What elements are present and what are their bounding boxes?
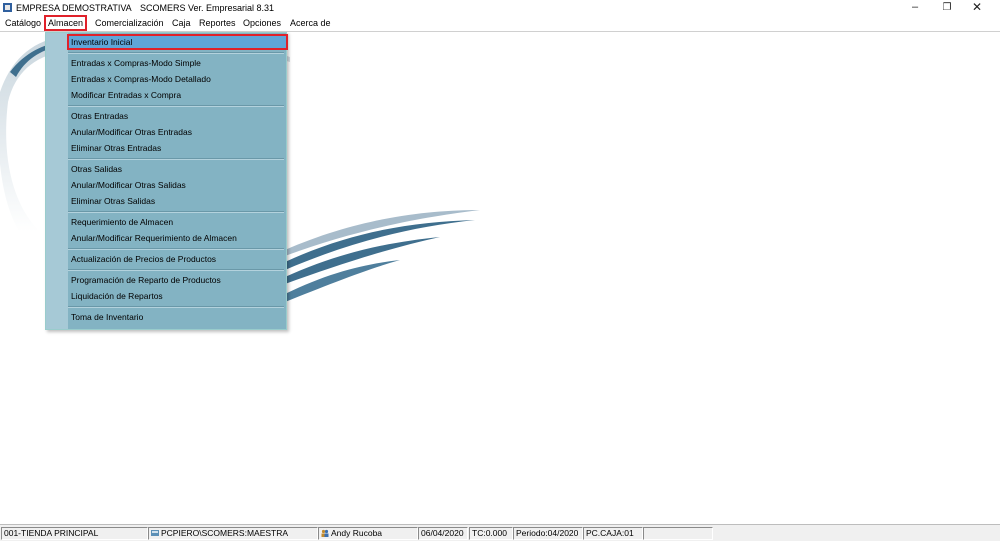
menu-item-eliminar-otras-entradas[interactable]: Eliminar Otras Entradas <box>68 141 287 155</box>
menu-reportes[interactable]: Reportes <box>197 17 238 29</box>
minimize-button[interactable]: – <box>900 0 930 16</box>
menu-almacen[interactable]: Almacen <box>43 15 88 31</box>
status-database-text: PCPIERO\SCOMERS:MAESTRA <box>161 528 289 538</box>
menu-item-anular-otras-salidas[interactable]: Anular/Modificar Otras Salidas <box>68 178 287 192</box>
menu-separator <box>68 211 284 213</box>
status-database: PCPIERO\SCOMERS:MAESTRA <box>148 527 318 540</box>
menu-bar: Catálogo Almacen Comercialización Caja R… <box>0 15 1000 31</box>
user-icon <box>321 529 329 537</box>
database-icon <box>151 530 159 536</box>
app-title: EMPRESA DEMOSTRATIVA <box>16 3 132 13</box>
menu-item-liquidacion-repartos[interactable]: Liquidación de Repartos <box>68 289 287 303</box>
almacen-dropdown-menu: Inventario Inicial Entradas x Compras-Mo… <box>45 32 288 330</box>
menu-item-entradas-simple[interactable]: Entradas x Compras-Modo Simple <box>68 56 287 70</box>
app-icon <box>3 3 12 12</box>
status-store: 001-TIENDA PRINCIPAL <box>1 527 148 540</box>
menu-item-requerimiento[interactable]: Requerimiento de Almacen <box>68 215 287 229</box>
menu-opciones[interactable]: Opciones <box>241 17 283 29</box>
menu-separator <box>68 52 284 54</box>
menu-item-otras-salidas[interactable]: Otras Salidas <box>68 162 287 176</box>
status-empty <box>643 527 713 540</box>
menu-item-otras-entradas[interactable]: Otras Entradas <box>68 109 287 123</box>
restore-button[interactable]: ❐ <box>932 0 962 16</box>
menu-catalogo[interactable]: Catálogo <box>3 17 43 29</box>
menu-comercializacion[interactable]: Comercialización <box>93 17 166 29</box>
status-date: 06/04/2020 <box>418 527 468 540</box>
menu-item-entradas-detallado[interactable]: Entradas x Compras-Modo Detallado <box>68 72 287 86</box>
menu-separator <box>68 306 284 308</box>
menu-separator <box>68 248 284 250</box>
status-register: PC.CAJA:01 <box>583 527 643 540</box>
status-user: Andy Rucoba <box>318 527 418 540</box>
menu-separator <box>68 158 284 160</box>
status-user-text: Andy Rucoba <box>331 528 383 538</box>
status-period: Periodo:04/2020 <box>513 527 583 540</box>
menu-item-eliminar-otras-salidas[interactable]: Eliminar Otras Salidas <box>68 194 287 208</box>
menu-item-anular-otras-entradas[interactable]: Anular/Modificar Otras Entradas <box>68 125 287 139</box>
menu-acerca-de[interactable]: Acerca de <box>288 17 333 29</box>
menu-item-inventario-inicial[interactable]: Inventario Inicial <box>67 34 288 50</box>
menu-item-anular-requerimiento[interactable]: Anular/Modificar Requerimiento de Almace… <box>68 231 287 245</box>
menu-item-modificar-entradas[interactable]: Modificar Entradas x Compra <box>68 88 287 102</box>
app-version: SCOMERS Ver. Empresarial 8.31 <box>140 3 275 13</box>
menu-item-actualizacion-precios[interactable]: Actualización de Precios de Productos <box>68 252 287 266</box>
close-button[interactable]: ✕ <box>962 0 992 16</box>
title-bar: EMPRESA DEMOSTRATIVA SCOMERS Ver. Empres… <box>0 0 1000 16</box>
menu-gutter <box>46 33 68 329</box>
menu-item-toma-inventario[interactable]: Toma de Inventario <box>68 310 287 324</box>
menu-separator <box>68 105 284 107</box>
menu-item-programacion-reparto[interactable]: Programación de Reparto de Productos <box>68 273 287 287</box>
status-bar: 001-TIENDA PRINCIPAL PCPIERO\SCOMERS:MAE… <box>0 524 1000 541</box>
status-tc: TC:0.000 <box>469 527 513 540</box>
menu-caja[interactable]: Caja <box>170 17 193 29</box>
menu-separator <box>68 269 284 271</box>
